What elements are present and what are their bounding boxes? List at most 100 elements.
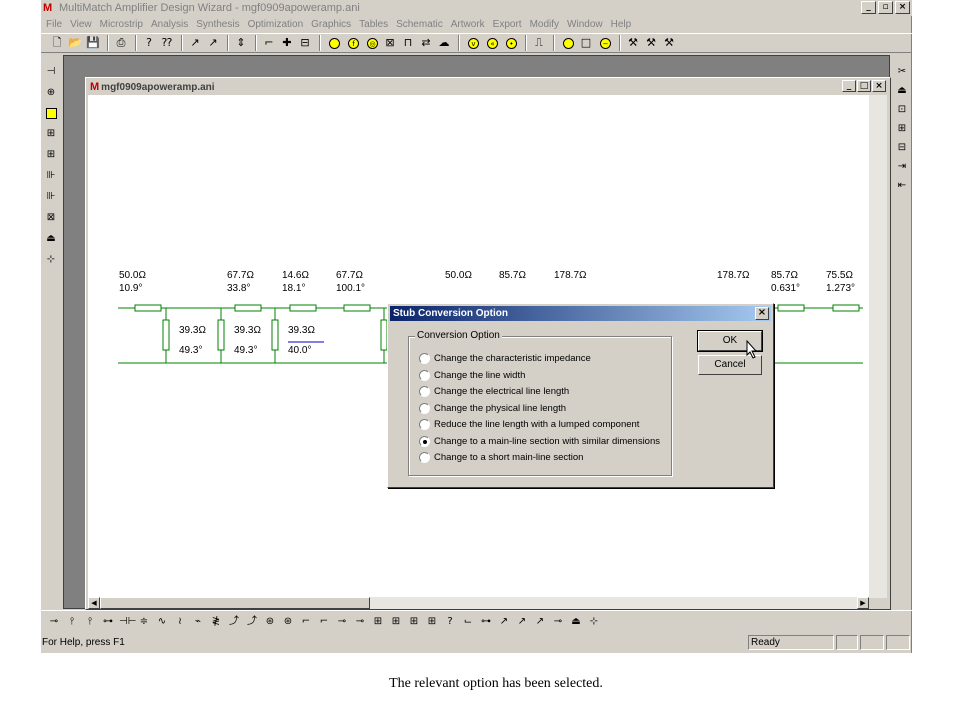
wye-icon[interactable]: ⊪: [43, 167, 59, 185]
diagonal-c-icon[interactable]: ↗: [533, 614, 547, 630]
coupler-a-icon[interactable]: ⊛: [263, 614, 277, 630]
minimize-button[interactable]: _: [861, 1, 876, 14]
menu-artwork[interactable]: Artwork: [451, 19, 485, 30]
block-icon[interactable]: [46, 108, 57, 119]
schematic-maximize-button[interactable]: □: [857, 80, 871, 92]
series-r-icon[interactable]: ⊶: [101, 614, 115, 630]
series-c-icon[interactable]: ⊣⊢: [119, 614, 136, 630]
stub-icon[interactable]: ⌐: [261, 35, 277, 51]
schematic-horizontal-scrollbar[interactable]: ◀ ▶: [88, 597, 869, 609]
menu-export[interactable]: Export: [493, 19, 522, 30]
grid-icon[interactable]: ⊠: [382, 35, 398, 51]
eject-icon[interactable]: ⏏: [894, 82, 910, 98]
shunt-cap-icon[interactable]: ≑: [137, 614, 151, 630]
radio-button[interactable]: [419, 385, 430, 397]
transistor-a-icon[interactable]: ⊸: [335, 614, 349, 630]
radio-button[interactable]: [419, 352, 430, 364]
menu-schematic[interactable]: Schematic: [396, 19, 443, 30]
radio-button[interactable]: [419, 402, 430, 414]
resonator-icon[interactable]: ⊶: [479, 614, 493, 630]
radio-button[interactable]: [419, 369, 430, 381]
stub-short-icon[interactable]: ⌐: [317, 614, 331, 630]
schematic-close-button[interactable]: ×: [872, 80, 886, 92]
save-icon[interactable]: 💾: [85, 35, 101, 51]
tline-a-icon[interactable]: ⤴: [227, 614, 241, 630]
box-icon[interactable]: ⊟: [297, 35, 313, 51]
menu-optimization[interactable]: Optimization: [248, 19, 304, 30]
smith-arrow-icon[interactable]: «: [487, 37, 498, 49]
arrow-right-icon[interactable]: ⇥: [894, 158, 910, 174]
cloud-icon[interactable]: ☁: [436, 35, 452, 51]
diagonal-a-icon[interactable]: ↗: [497, 614, 511, 630]
ground-plane-icon[interactable]: ⏏: [569, 614, 583, 630]
option-physical-length[interactable]: Change the physical line length: [419, 401, 566, 415]
rl-series-icon[interactable]: ⌁: [191, 614, 205, 630]
new-file-icon[interactable]: 🗋: [49, 35, 65, 51]
smith-v-icon[interactable]: v: [468, 37, 479, 49]
menu-graphics[interactable]: Graphics: [311, 19, 351, 30]
tee-icon[interactable]: ⊹: [587, 614, 601, 630]
component-b-icon[interactable]: ⚒: [643, 35, 659, 51]
diagonal-b-icon[interactable]: ↗: [515, 614, 529, 630]
rl-shunt-icon[interactable]: ≹: [209, 614, 223, 630]
circle-minus-icon[interactable]: −: [600, 37, 611, 49]
menu-modify[interactable]: Modify: [530, 19, 559, 30]
shunt-ind-icon[interactable]: ≀: [173, 614, 187, 630]
option-lumped-component[interactable]: Reduce the line length with a lumped com…: [419, 417, 639, 431]
cil-icon[interactable]: ⊞: [43, 146, 59, 164]
bend-icon[interactable]: ⌙: [461, 614, 475, 630]
option-main-line-similar[interactable]: Change to a main-line section with simil…: [419, 434, 660, 448]
menu-help[interactable]: Help: [611, 19, 632, 30]
line-tool-icon[interactable]: ↗: [187, 35, 203, 51]
option-line-width[interactable]: Change the line width: [419, 368, 525, 382]
stub-element[interactable]: [271, 319, 279, 351]
via-icon[interactable]: ⊸: [551, 614, 565, 630]
component-a-icon[interactable]: ⚒: [625, 35, 641, 51]
dialog-titlebar[interactable]: Stub Conversion Option ×: [390, 306, 771, 321]
scroll-left-icon[interactable]: ◀: [88, 597, 100, 609]
shunt-c-icon[interactable]: ⫯: [83, 614, 97, 630]
line-element[interactable]: [343, 304, 371, 312]
schematic-vertical-scrollbar[interactable]: [869, 95, 887, 598]
scroll-right-icon[interactable]: ▶: [857, 597, 869, 609]
shunt-l-icon[interactable]: ⫯: [65, 614, 79, 630]
menu-synthesis[interactable]: Synthesis: [196, 19, 239, 30]
circle-icon[interactable]: [563, 37, 574, 49]
schematic-minimize-button[interactable]: _: [842, 80, 856, 92]
option-short-main-line[interactable]: Change to a short main-line section: [419, 450, 583, 464]
bridge-icon[interactable]: ⊓: [400, 35, 416, 51]
line-element[interactable]: [134, 304, 162, 312]
scroll-thumb[interactable]: [100, 597, 370, 609]
transistor-b-icon[interactable]: ⊸: [353, 614, 367, 630]
schematic-titlebar[interactable]: M mgf0909apoweramp.ani _ □ ×: [88, 80, 888, 94]
stub-element[interactable]: [217, 319, 225, 351]
smith-chart-f-icon[interactable]: f: [348, 37, 359, 49]
menu-tables[interactable]: Tables: [359, 19, 388, 30]
port-icon[interactable]: ⊕: [43, 84, 59, 102]
radio-button-selected[interactable]: [419, 435, 430, 447]
network-c-icon[interactable]: ⊞: [407, 614, 421, 630]
ground-icon[interactable]: ⏏: [43, 230, 59, 248]
print-icon[interactable]: ⎙: [113, 35, 129, 51]
close-button[interactable]: ×: [895, 1, 910, 14]
option-characteristic-impedance[interactable]: Change the characteristic impedance: [419, 351, 591, 365]
query-icon[interactable]: ?: [443, 614, 457, 630]
stub-element[interactable]: [162, 319, 170, 351]
smith-chart-icon[interactable]: [329, 37, 340, 49]
series-ind-icon[interactable]: ∿: [155, 614, 169, 630]
port-left-icon[interactable]: ⊣: [43, 63, 59, 81]
restore-button[interactable]: ▫: [878, 1, 893, 14]
arrow-left-icon[interactable]: ⇤: [894, 177, 910, 193]
smith-chart-target-icon[interactable]: ◎: [367, 37, 378, 49]
resize-icon[interactable]: ⇕: [233, 35, 249, 51]
line-element[interactable]: [234, 304, 262, 312]
cir-icon[interactable]: ⊞: [43, 125, 59, 143]
k-icon[interactable]: ⊠: [43, 209, 59, 227]
context-help-icon[interactable]: ⁇: [159, 35, 175, 51]
network-d-icon[interactable]: ⊞: [425, 614, 439, 630]
scissors-icon[interactable]: ✂: [894, 63, 910, 79]
swap-icon[interactable]: ⇄: [418, 35, 434, 51]
line-tool-2-icon[interactable]: ↗: [205, 35, 221, 51]
network-a-icon[interactable]: ⊞: [371, 614, 385, 630]
menu-view[interactable]: View: [70, 19, 92, 30]
